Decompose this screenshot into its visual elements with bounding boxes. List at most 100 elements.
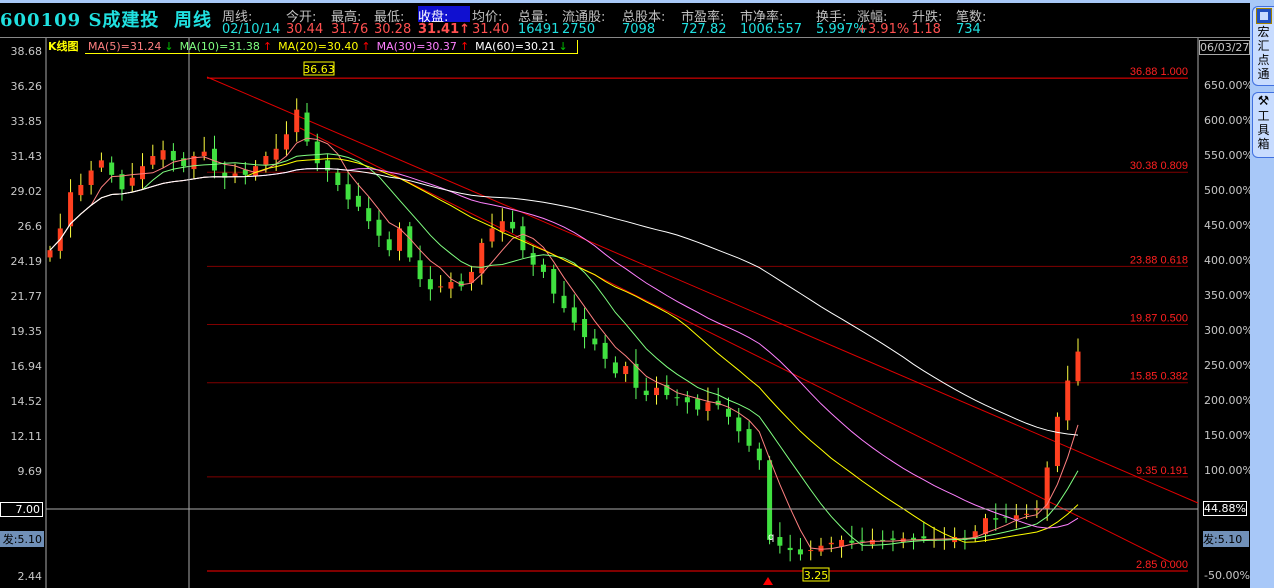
candle-body <box>777 537 783 546</box>
candle-body <box>571 307 577 323</box>
quote-field-value: +3.91% <box>857 22 910 37</box>
candle-body <box>1024 513 1030 515</box>
candle-body <box>109 162 115 175</box>
left-axis-tick: 14.52 <box>10 395 43 408</box>
right-axis-tick: 250.00% <box>1204 359 1253 372</box>
candle-body <box>612 362 618 374</box>
fib-level-label: 2.85 0.000 <box>1136 559 1188 571</box>
left-axis-tick: 31.43 <box>10 150 43 164</box>
candle-body <box>294 109 300 133</box>
chart-type-label: K线图 <box>48 40 79 53</box>
ma-trend-arrow-icon: ↓ <box>164 40 174 53</box>
quote-field-label: 均价: <box>472 10 503 25</box>
candle-body <box>510 221 516 229</box>
ma5-line <box>49 137 1079 550</box>
candle-body <box>438 286 444 288</box>
left-axis-tick: 26.6 <box>17 220 43 233</box>
ma-value: MA(5)=31.24 <box>88 40 162 53</box>
quote-field-value: 30.28 <box>374 22 412 37</box>
kline-chart[interactable]: 36.88 1.000 30.38 0.809 23.88 0.618 19.87 0… <box>0 38 1250 588</box>
left-axis-tick: 12.11 <box>10 429 43 443</box>
candle-body <box>695 398 701 410</box>
candle-body <box>88 170 94 185</box>
candle-body <box>921 536 927 539</box>
quote-field-value: 31.41↑ <box>418 22 471 37</box>
candle-body <box>1065 380 1071 421</box>
ma-legend-item: MA(5)=31.24 ↓ <box>88 40 177 53</box>
quote-field: 涨幅: +3.91% <box>857 6 909 38</box>
quote-field-value: 16491 <box>518 22 560 37</box>
candle-body <box>530 253 536 265</box>
candle-body <box>582 318 588 338</box>
ma-trend-arrow-icon: ↑ <box>361 40 371 53</box>
high-mark-label: 36.63 <box>303 63 335 76</box>
candle-body <box>839 539 845 547</box>
left-axis-tick: 2.44 <box>17 570 43 583</box>
candle-body <box>160 150 166 160</box>
candle-body <box>366 208 372 222</box>
point-marker: q <box>768 532 774 543</box>
issue-price-label-right: 发:5.10 <box>1203 531 1249 547</box>
fib-level-label: 23.88 0.618 <box>1130 254 1188 266</box>
ma-legend-item: MA(20)=30.40 ↑ <box>278 40 374 53</box>
quote-field: 均价: 31.40 <box>472 6 509 38</box>
quote-field-value: 1006.557 <box>740 22 803 37</box>
candle-body <box>427 279 433 290</box>
candle-body <box>756 448 762 461</box>
quote-field: 周线: 02/10/14 <box>222 6 280 38</box>
hongdian-logo-icon <box>1255 8 1272 24</box>
candle-body <box>520 226 526 251</box>
ma-legend-item: MA(60)=30.21 ↓ <box>475 40 571 53</box>
crosshair-date-label: 06/03/27 <box>1199 40 1250 55</box>
right-axis-tick: 100.00% <box>1204 464 1253 477</box>
ma-trend-arrow-icon: ↑ <box>459 40 470 53</box>
stock-code: 600109 <box>0 10 82 31</box>
right-sidebar: 宏汇点通 ⚒ 工具箱 <box>1250 0 1274 588</box>
candle-body <box>1013 515 1019 519</box>
candle-body <box>253 166 259 177</box>
candle-body <box>140 166 146 180</box>
candle-body <box>479 242 485 274</box>
candle-body <box>808 550 814 552</box>
candle-body <box>890 538 896 540</box>
quote-field: 今开: 30.44 <box>286 6 323 38</box>
candle-body <box>1075 351 1081 382</box>
quote-field-label: 市盈率: <box>681 10 725 25</box>
crosshair-price-label: 7.00 <box>0 502 43 517</box>
candle-body <box>849 540 855 543</box>
sidebar-tab-toolbox[interactable]: ⚒ 工具箱 <box>1252 92 1274 158</box>
candle-body <box>499 221 505 233</box>
ma-value: MA(60)=30.21 <box>475 40 556 53</box>
candle-body <box>725 408 731 417</box>
quote-field: 笔数: 734 <box>956 6 986 38</box>
fib-level-label: 19.87 0.500 <box>1130 312 1188 324</box>
trend-line-upper <box>206 76 1199 504</box>
candle-body <box>98 160 104 168</box>
crosshair-percent-label: 44.88% <box>1203 501 1247 516</box>
candle-body <box>407 226 413 258</box>
quote-field-label: 涨幅: <box>857 10 888 25</box>
quote-field-value: 1.18 <box>912 22 941 37</box>
sidebar-tab-hongdian[interactable]: 宏汇点通 <box>1252 6 1274 86</box>
candle-body <box>263 156 269 165</box>
right-axis-tick: 550.00% <box>1204 149 1253 162</box>
quote-field-label: 今开: <box>286 10 317 25</box>
quote-field-label: 最低: <box>374 10 405 25</box>
right-axis-tick: 450.00% <box>1204 219 1253 232</box>
candle-body <box>489 228 495 242</box>
quote-field-value: 727.82 <box>681 22 727 37</box>
candle-body <box>592 338 598 345</box>
quote-field: 总股本: 7098 <box>622 6 665 38</box>
right-axis-tick: -50.00% <box>1204 569 1250 582</box>
candle-body <box>602 342 608 359</box>
quote-field: 最高: 31.76 <box>331 6 368 38</box>
fib-level-label: 36.88 1.000 <box>1130 66 1188 78</box>
fib-level-label: 9.35 0.191 <box>1136 465 1188 477</box>
candle-body <box>551 269 557 294</box>
quote-field: 流通股: 2750 <box>562 6 605 38</box>
right-axis-tick: 650.00% <box>1204 79 1253 92</box>
quote-field: 总量: 16491 <box>518 6 559 38</box>
candle-body <box>397 228 403 251</box>
fib-level-label: 15.85 0.382 <box>1130 371 1188 383</box>
quote-field-label: 流通股: <box>562 10 606 25</box>
